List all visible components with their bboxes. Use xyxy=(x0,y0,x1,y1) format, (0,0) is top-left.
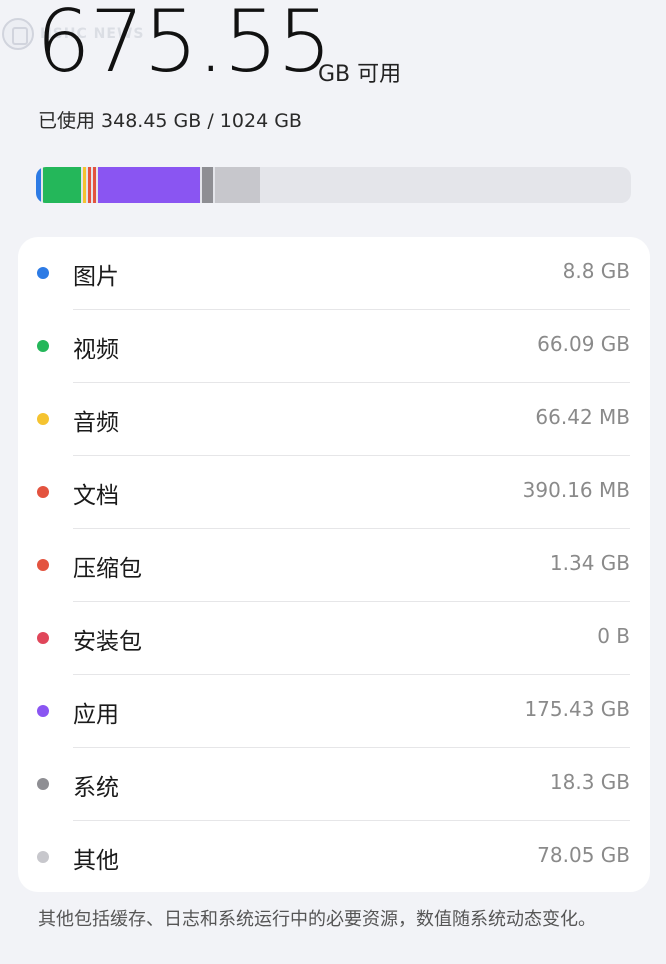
storage-category-list: 图片 8.8 GB 视频 66.09 GB 音频 66.42 MB 文档 390.16 MB 压… xyxy=(18,237,650,892)
category-size: 78.05 GB xyxy=(537,843,630,867)
usage-bar-segment xyxy=(98,167,201,203)
category-size: 390.16 MB xyxy=(522,478,630,502)
category-color-dot-icon xyxy=(37,267,49,279)
usage-bar-segment xyxy=(88,167,92,203)
usage-bar-segment xyxy=(202,167,214,203)
category-color-dot-icon xyxy=(37,705,49,717)
category-color-dot-icon xyxy=(37,559,49,571)
category-size: 0 B xyxy=(597,624,630,648)
category-row[interactable]: 压缩包 1.34 GB xyxy=(18,529,650,602)
category-row[interactable]: 应用 175.43 GB xyxy=(18,675,650,748)
usage-bar-segment xyxy=(43,167,82,203)
category-label: 安装包 xyxy=(73,629,142,655)
category-color-dot-icon xyxy=(37,778,49,790)
storage-usage-bar xyxy=(36,167,631,203)
category-size: 66.09 GB xyxy=(537,332,630,356)
footnote-text: 其他包括缓存、日志和系统运行中的必要资源，数值随系统动态变化。 xyxy=(38,909,596,930)
category-label: 压缩包 xyxy=(73,556,142,582)
category-label: 视频 xyxy=(73,337,119,363)
storage-page: HSHC NEWS 675.55 GB 可用 已使用 348.45 GB / 1… xyxy=(0,0,666,964)
category-row[interactable]: 图片 8.8 GB xyxy=(18,237,650,310)
category-label: 系统 xyxy=(73,775,119,801)
category-row[interactable]: 其他 78.05 GB xyxy=(18,821,650,894)
category-label: 图片 xyxy=(73,264,119,290)
usage-bar-segment xyxy=(93,167,97,203)
watermark-logo-icon xyxy=(2,18,34,50)
category-color-dot-icon xyxy=(37,632,49,644)
used-storage-text: 已使用 348.45 GB / 1024 GB xyxy=(38,110,302,132)
category-color-dot-icon xyxy=(37,340,49,352)
category-label: 其他 xyxy=(73,848,119,874)
category-row[interactable]: 文档 390.16 MB xyxy=(18,456,650,529)
category-label: 应用 xyxy=(73,702,119,728)
available-storage-unit: GB 可用 xyxy=(318,62,402,87)
category-label: 音频 xyxy=(73,410,119,436)
category-label: 文档 xyxy=(73,483,119,509)
category-color-dot-icon xyxy=(37,413,49,425)
usage-bar-segment xyxy=(83,167,87,203)
category-color-dot-icon xyxy=(37,486,49,498)
category-row[interactable]: 视频 66.09 GB xyxy=(18,310,650,383)
category-row[interactable]: 音频 66.42 MB xyxy=(18,383,650,456)
category-row[interactable]: 安装包 0 B xyxy=(18,602,650,675)
category-size: 175.43 GB xyxy=(524,697,630,721)
category-size: 8.8 GB xyxy=(562,259,630,283)
available-storage-value: 675.55 xyxy=(36,0,332,92)
usage-bar-segment xyxy=(215,167,261,203)
category-size: 1.34 GB xyxy=(549,551,630,575)
category-color-dot-icon xyxy=(37,851,49,863)
usage-bar-segment xyxy=(36,167,42,203)
category-size: 66.42 MB xyxy=(535,405,630,429)
category-size: 18.3 GB xyxy=(549,770,630,794)
category-row[interactable]: 系统 18.3 GB xyxy=(18,748,650,821)
